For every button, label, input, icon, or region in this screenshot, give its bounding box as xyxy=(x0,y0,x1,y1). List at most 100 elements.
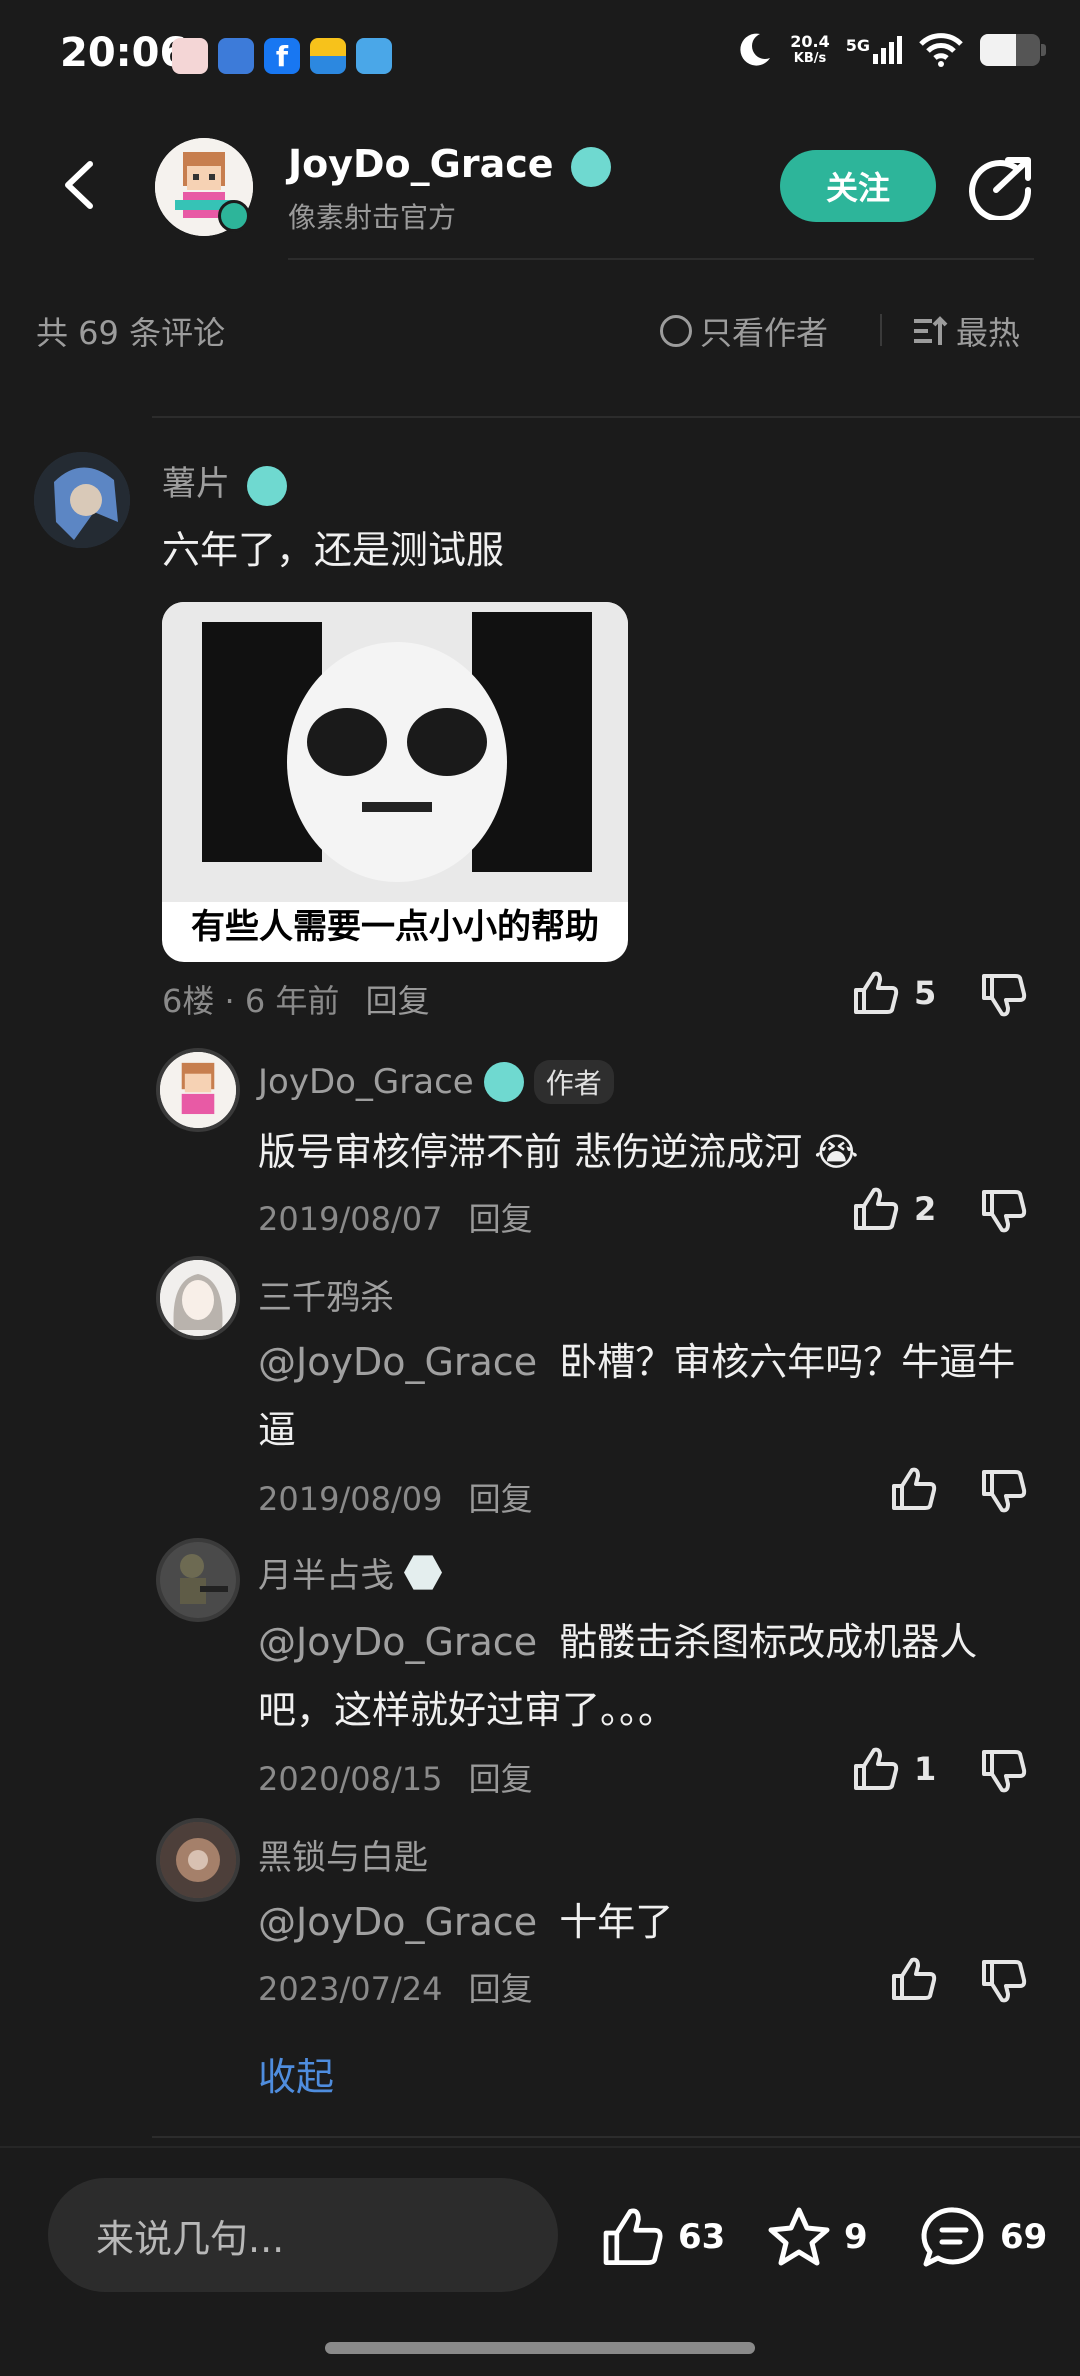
comment-image[interactable]: 有些人需要一点小小的帮助 xyxy=(162,602,628,962)
like-control[interactable] xyxy=(890,1466,952,1512)
thumbs-down-icon[interactable] xyxy=(980,972,1028,1018)
like-count: 2 xyxy=(914,1190,937,1228)
level-badge-icon xyxy=(570,146,611,187)
wifi-icon xyxy=(919,33,963,67)
thumbs-down-icon[interactable] xyxy=(980,1748,1028,1794)
commenter-name[interactable]: 薯片 xyxy=(162,456,287,506)
only-author-label: 只看作者 xyxy=(700,314,829,352)
reply-user-name: JoyDo_Grace xyxy=(258,1062,474,1102)
pixel-character-icon xyxy=(160,1052,236,1128)
speed-unit: KB/s xyxy=(793,51,827,66)
like-control[interactable]: 2 xyxy=(852,1186,936,1232)
comment-input[interactable]: 来说几句... xyxy=(48,2178,558,2292)
level-badge-icon xyxy=(246,465,287,506)
like-control[interactable]: 5 xyxy=(852,970,936,1016)
thread-divider xyxy=(152,2136,1080,2138)
thumbs-down-icon[interactable] xyxy=(980,1468,1028,1514)
reply-link[interactable]: 回复 xyxy=(469,1970,533,2008)
bottom-divider xyxy=(0,2146,1080,2148)
commenter-avatar[interactable] xyxy=(34,452,130,548)
reply-date: 2019/08/09 xyxy=(258,1480,443,1518)
section-divider xyxy=(152,416,1080,418)
app-yellow-icon xyxy=(310,38,346,74)
reply-link[interactable]: 回复 xyxy=(469,1480,533,1518)
meme-caption: 有些人需要一点小小的帮助 xyxy=(191,907,599,947)
header-divider xyxy=(288,258,1034,260)
reply-text: @JoyDo_Grace 卧槽？审核六年吗？牛逼牛逼 xyxy=(258,1328,1038,1464)
reply-meta: 2019/08/07 回复 xyxy=(258,1194,533,1240)
reply-avatar[interactable] xyxy=(156,1256,240,1340)
thumbs-up-icon xyxy=(854,1187,899,1230)
signal-icon: 5G xyxy=(846,36,902,64)
author-tag: 作者 xyxy=(533,1060,614,1104)
reply-date: 2019/08/07 xyxy=(258,1200,443,1238)
sort-toggle[interactable]: 最热 xyxy=(912,308,1020,354)
soldier-avatar-icon xyxy=(160,1542,236,1618)
mention-link[interactable]: @JoyDo_Grace xyxy=(258,1900,537,1944)
like-count: 1 xyxy=(914,1750,937,1788)
panda-meme-image xyxy=(162,602,628,902)
reply-avatar[interactable] xyxy=(156,1818,240,1902)
share-icon[interactable] xyxy=(968,154,1034,220)
reply-user[interactable]: JoyDo_Grace 作者 xyxy=(258,1060,614,1104)
thumbs-up-icon xyxy=(603,2208,663,2265)
reply-date: 2020/08/15 xyxy=(258,1760,443,1798)
reply-user[interactable]: 三千鸦杀 xyxy=(258,1270,394,1319)
hexagon-badge-icon xyxy=(404,1555,442,1590)
battery-icon xyxy=(980,34,1046,66)
reply-meta: 2023/07/24 回复 xyxy=(258,1964,533,2010)
reply-text: 版号审核停滞不前 悲伤逆流成河 😭 xyxy=(258,1130,859,1174)
follow-button[interactable]: 关注 xyxy=(780,150,936,222)
radio-circle-icon xyxy=(660,315,692,347)
favorite-button[interactable]: 9 xyxy=(766,2206,868,2268)
app-avatar-icon xyxy=(172,38,208,74)
reply-text: @JoyDo_Grace 骷髅击杀图标改成机器人吧，这样就好过审了。。。 xyxy=(258,1608,1048,1744)
collapse-replies-link[interactable]: 收起 xyxy=(258,2046,334,2101)
reply-body: 十年了 xyxy=(559,1900,674,1944)
network-speed: 20.4 KB/s xyxy=(790,33,829,67)
comments-button[interactable]: 69 xyxy=(920,2206,1047,2268)
thumbs-up-icon xyxy=(854,1747,899,1790)
like-control[interactable] xyxy=(890,1956,952,2002)
comment-text: 六年了，还是测试服 xyxy=(162,528,505,572)
photo-avatar-icon xyxy=(160,1822,236,1898)
reply-date: 2023/07/24 xyxy=(258,1970,443,2008)
header-separator xyxy=(880,314,882,346)
status-indicators: 20.4 KB/s 5G xyxy=(734,30,1046,70)
reply-user-name: 月半占戋 xyxy=(258,1556,394,1596)
thumbs-down-icon[interactable] xyxy=(980,1188,1028,1234)
comment-bubble-icon xyxy=(921,2207,984,2267)
thumbs-up-icon xyxy=(892,1957,937,2000)
reply-avatar[interactable] xyxy=(156,1538,240,1622)
only-author-toggle[interactable]: 只看作者 xyxy=(660,308,828,354)
comment-count-total: 69 xyxy=(1000,2217,1048,2257)
anime-girl-avatar-icon xyxy=(160,1260,236,1336)
app-blue-icon xyxy=(218,38,254,74)
reply-user[interactable]: 月半占戋 xyxy=(258,1548,442,1597)
comment-meta: 6楼 · 6 年前 回复 xyxy=(162,976,430,1022)
thumbs-up-icon xyxy=(892,1467,937,1510)
like-count: 5 xyxy=(914,974,937,1012)
thumbs-up-icon xyxy=(854,971,899,1014)
anime-avatar-icon xyxy=(34,452,130,548)
status-app-icons: f xyxy=(172,38,392,74)
back-icon[interactable] xyxy=(58,160,98,210)
mention-link[interactable]: @JoyDo_Grace xyxy=(258,1340,537,1384)
author-name[interactable]: JoyDo_Grace xyxy=(288,142,611,187)
thumbs-down-icon[interactable] xyxy=(980,1958,1028,2004)
app-multi-icon xyxy=(356,38,392,74)
reply-link[interactable]: 回复 xyxy=(366,982,430,1020)
sort-icon xyxy=(914,316,948,345)
mention-link[interactable]: @JoyDo_Grace xyxy=(258,1620,537,1664)
reply-user[interactable]: 黑锁与白匙 xyxy=(258,1830,428,1879)
reply-text: @JoyDo_Grace 十年了 xyxy=(258,1888,673,1956)
reply-avatar[interactable] xyxy=(156,1048,240,1132)
post-like-count: 63 xyxy=(678,2217,726,2257)
reply-link[interactable]: 回复 xyxy=(469,1760,533,1798)
home-indicator[interactable] xyxy=(325,2342,755,2354)
sort-label: 最热 xyxy=(956,314,1021,352)
reply-link[interactable]: 回复 xyxy=(469,1200,533,1238)
comment-count: 共 69 条评论 xyxy=(36,314,226,352)
like-post-button[interactable]: 63 xyxy=(600,2206,725,2268)
like-control[interactable]: 1 xyxy=(852,1746,936,1792)
